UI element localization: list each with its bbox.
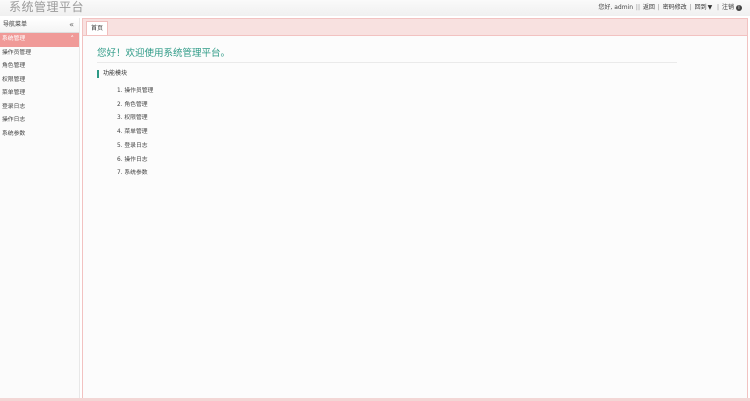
change-password-link[interactable]: 密码修改: [663, 3, 687, 12]
module-list: 1. 操作员管理 2. 角色管理 3. 权限管理 4. 菜单管理 5. 登录日志…: [117, 85, 153, 181]
hat-icon[interactable]: ▼: [708, 3, 713, 12]
sidebar-item-system-params[interactable]: 系统参数: [0, 128, 79, 142]
return-link[interactable]: 回到: [695, 3, 707, 12]
sidebar-item-label: 操作员管理: [2, 49, 31, 56]
link-separator: |: [655, 4, 662, 11]
main-panel: 首页 您好！欢迎使用系统管理平台。 功能模块 1. 操作员管理 2. 角色管理 …: [82, 18, 748, 400]
list-item: 3. 权限管理: [117, 115, 148, 122]
sidebar-item-label: 角色管理: [2, 63, 26, 69]
sidebar-item-roles[interactable]: 角色管理: [0, 60, 79, 74]
top-links: 您好, admin || 返回 | 密码修改 | 回到 ▼ | 注销 i: [598, 3, 742, 12]
list-item: 7. 系统参数: [117, 170, 148, 177]
header-bar: 系统管理平台 您好, admin || 返回 | 密码修改 | 回到 ▼ | 注…: [0, 0, 750, 16]
logout-link[interactable]: 注销: [722, 3, 734, 12]
user-greeting: 您好, admin: [598, 4, 634, 11]
sidebar-item-operation-log[interactable]: 操作日志: [0, 114, 79, 128]
sidebar: 导航菜单 « 系统管理 ˄ 操作员管理 角色管理 权限管理 菜单管理 登录日志 …: [0, 18, 80, 399]
sidebar-item-menus[interactable]: 菜单管理: [0, 87, 79, 101]
sidebar-item-label: 操作日志: [2, 117, 26, 123]
list-item: 2. 角色管理: [117, 101, 148, 108]
info-icon[interactable]: i: [736, 4, 742, 11]
link-separator: |: [713, 4, 721, 11]
app-title: 系统管理平台: [9, 0, 85, 14]
section-title: 功能模块: [97, 70, 127, 78]
sidebar-title: 导航菜单: [3, 21, 28, 28]
link-separator: |: [687, 4, 694, 11]
tab-bar: 首页: [83, 19, 747, 36]
link-separator: ||: [634, 4, 642, 11]
collapse-sidebar-icon[interactable]: «: [69, 18, 74, 32]
tab-home[interactable]: 首页: [86, 21, 109, 35]
sidebar-item-permissions[interactable]: 权限管理: [0, 74, 79, 88]
sidebar-item-label: 菜单管理: [2, 90, 26, 96]
list-item: 1. 操作员管理: [117, 88, 154, 94]
sidebar-item-label: 系统参数: [2, 130, 26, 137]
list-item: 5. 登录日志: [117, 142, 148, 149]
sidebar-item-label: 系统管理: [2, 36, 26, 42]
sidebar-item-operators[interactable]: 操作员管理: [0, 47, 79, 61]
list-item: 6. 操作日志: [117, 156, 148, 163]
sidebar-item-label: 权限管理: [2, 76, 26, 83]
list-item: 4. 菜单管理: [117, 129, 148, 136]
sidebar-item-label: 登录日志: [2, 103, 26, 110]
welcome-heading: 您好！欢迎使用系统管理平台。: [97, 45, 677, 63]
sidebar-item-login-log[interactable]: 登录日志: [0, 101, 79, 115]
app-window: 系统管理平台 您好, admin || 返回 | 密码修改 | 回到 ▼ | 注…: [0, 0, 750, 401]
sidebar-item-system-management[interactable]: 系统管理 ˄: [0, 33, 79, 47]
sidebar-header: 导航菜单 «: [0, 18, 79, 33]
back-link[interactable]: 返回: [643, 3, 655, 12]
chevron-up-icon[interactable]: ˄: [71, 33, 75, 47]
